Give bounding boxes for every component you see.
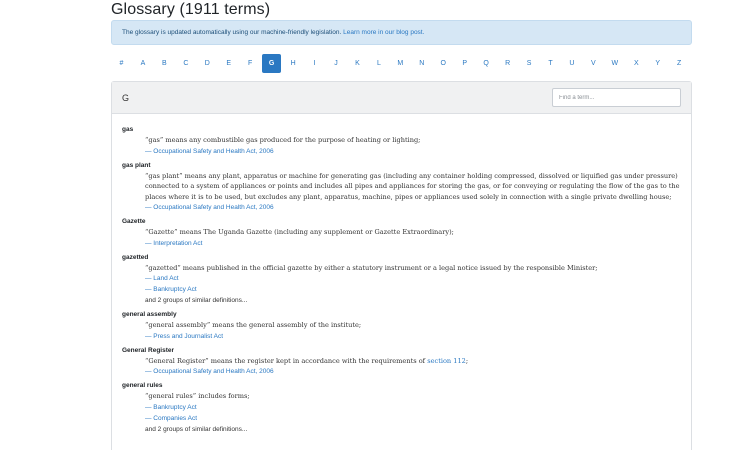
definition-text: “general rules” includes forms; (145, 392, 250, 400)
section-letter: G (122, 93, 130, 103)
source-act-link[interactable]: — Companies Act (145, 415, 197, 422)
page-title: Glossary (1911 terms) (111, 1, 271, 18)
definition-text: “Gazette” means The Uganda Gazette (incl… (145, 228, 454, 236)
term-name: Gazette (122, 218, 146, 225)
letter-link-p[interactable]: P (455, 54, 474, 73)
glossary-card: G gas “gas” means any combustible gas pro… (111, 81, 692, 450)
term-definition: “general assembly” means the general ass… (122, 320, 687, 331)
source-line: — Press and Journalist Act (122, 331, 687, 342)
source-line: — Companies Act (122, 413, 687, 424)
glossary-entry: gazetted “gazetted” means published in th… (122, 253, 687, 307)
term-definition: “general rules” includes forms; (122, 391, 687, 402)
letter-link-m[interactable]: M (391, 54, 410, 73)
alphabet-nav: # A B C D E F G H I J K L M N O P Q R S T U V W X Y Z (111, 54, 692, 73)
term-search-input[interactable] (552, 88, 681, 107)
term-name: gazetted (122, 253, 149, 261)
alert-text: The glossary is updated automatically us… (122, 29, 344, 36)
term-definition: “gazetted” means published in the offici… (122, 263, 687, 274)
similar-definitions-link[interactable]: and 2 groups of similar definitions... (122, 295, 687, 306)
letter-link-j[interactable]: J (327, 54, 346, 73)
glossary-entry: Gazette “Gazette” means The Uganda Gazett… (122, 217, 687, 249)
source-act-link[interactable]: — Interpretation Act (145, 240, 202, 247)
glossary-entry: gas “gas” means any combustible gas produ… (122, 125, 687, 157)
term-definition: “gas” means any combustible gas produced… (122, 135, 687, 146)
card-header: G (112, 82, 691, 114)
letter-link-s[interactable]: S (520, 54, 539, 73)
term-definition: “General Register” means the register ke… (122, 356, 687, 367)
similar-definitions-link[interactable]: and 2 groups of similar definitions... (122, 424, 687, 435)
term-name: gas plant (122, 161, 151, 169)
term-name: gas (122, 126, 134, 133)
letter-link-l[interactable]: L (369, 54, 388, 73)
letter-link-r[interactable]: R (498, 54, 517, 73)
blog-post-link[interactable]: Learn more in our blog post. (343, 29, 424, 36)
letter-link-i[interactable]: I (305, 54, 324, 73)
source-line: — Bankruptcy Act (122, 402, 687, 413)
letter-link-o[interactable]: O (434, 54, 453, 73)
source-line: — Interpretation Act (122, 238, 687, 249)
glossary-entry: general assembly “general assembly” means… (122, 310, 687, 342)
letter-link-b[interactable]: B (155, 54, 174, 73)
letter-link-g[interactable]: G (262, 54, 282, 73)
letter-link-w[interactable]: W (605, 54, 624, 73)
source-line: — Occupational Safety and Health Act, 20… (122, 202, 687, 213)
source-line: — Occupational Safety and Health Act, 20… (122, 366, 687, 377)
letter-link-d[interactable]: D (198, 54, 217, 73)
source-act-link[interactable]: — Bankruptcy Act (145, 404, 197, 411)
letter-link-v[interactable]: V (584, 54, 603, 73)
glossary-entry: general rules “general rules” includes fo… (122, 381, 687, 435)
source-line: — Land Act (122, 273, 687, 284)
source-line: — Occupational Safety and Health Act, 20… (122, 146, 687, 157)
definition-tail: ; (465, 356, 469, 365)
letter-link-c[interactable]: C (176, 54, 195, 73)
source-act-link[interactable]: — Occupational Safety and Health Act, 20… (145, 204, 274, 211)
letter-link-q[interactable]: Q (477, 54, 496, 73)
glossary-entry: gas plant “gas plant” means any plant, ap… (122, 161, 687, 214)
entries-list: gas “gas” means any combustible gas produ… (122, 124, 687, 439)
definition-text: “gas plant” means any plant, apparatus o… (145, 171, 680, 201)
letter-link-z[interactable]: Z (670, 54, 689, 73)
source-line: — Bankruptcy Act (122, 284, 687, 295)
source-act-link[interactable]: — Occupational Safety and Health Act, 20… (145, 148, 274, 155)
source-act-link[interactable]: — Land Act (145, 275, 179, 282)
letter-link-x[interactable]: X (627, 54, 646, 73)
term-name: general rules (122, 382, 163, 389)
glossary-entry: General Register “General Register” means… (122, 346, 687, 378)
term-name: General Register (122, 346, 175, 354)
term-name: general assembly (122, 311, 177, 318)
letter-link-t[interactable]: T (541, 54, 560, 73)
term-definition: “Gazette” means The Uganda Gazette (incl… (122, 227, 687, 238)
source-act-link[interactable]: — Bankruptcy Act (145, 286, 197, 293)
letter-link-k[interactable]: K (348, 54, 367, 73)
letter-link-hash[interactable]: # (112, 54, 131, 73)
info-alert: The glossary is updated automatically us… (111, 20, 692, 45)
definition-text: “General Register” means the register ke… (145, 356, 428, 365)
section-link[interactable]: section 112 (427, 357, 466, 365)
term-definition: “gas plant” means any plant, apparatus o… (122, 171, 687, 203)
letter-link-e[interactable]: E (219, 54, 238, 73)
letter-link-u[interactable]: U (562, 54, 581, 73)
definition-text: “general assembly” means the general ass… (145, 321, 362, 329)
letter-link-h[interactable]: H (284, 54, 303, 73)
source-act-link[interactable]: — Occupational Safety and Health Act, 20… (145, 368, 274, 375)
source-act-link[interactable]: — Press and Journalist Act (145, 333, 223, 340)
letter-link-f[interactable]: F (241, 54, 260, 73)
letter-link-n[interactable]: N (412, 54, 431, 73)
letter-link-y[interactable]: Y (648, 54, 667, 73)
definition-text: “gazetted” means published in the offici… (145, 263, 598, 272)
letter-link-a[interactable]: A (133, 54, 152, 73)
definition-text: “gas” means any combustible gas produced… (145, 136, 421, 144)
